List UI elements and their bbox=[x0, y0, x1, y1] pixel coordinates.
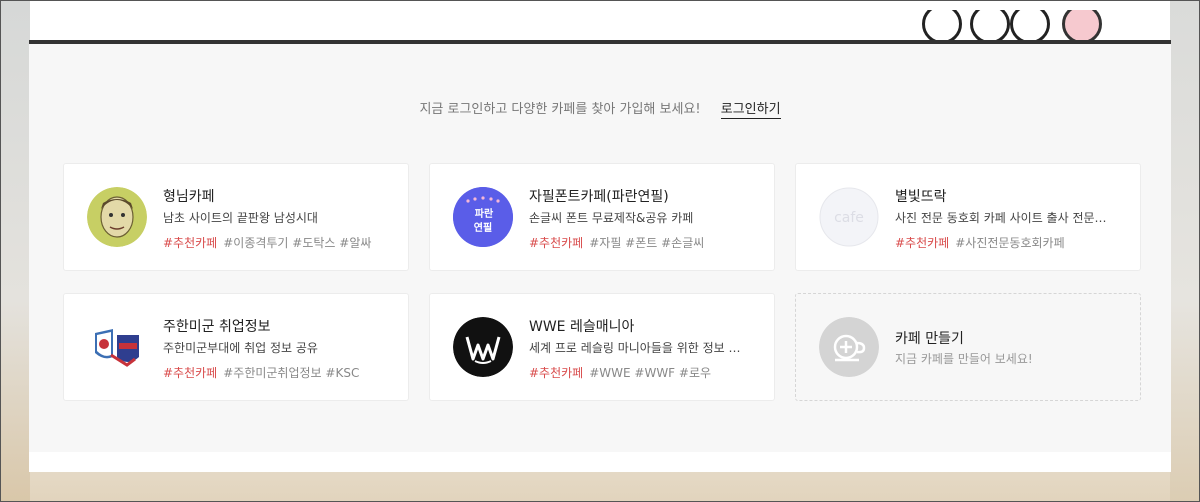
banner-character-icon bbox=[1062, 10, 1102, 40]
recommended-tag: #추천카페 bbox=[529, 236, 584, 250]
default-cafe-text: cafe bbox=[834, 210, 864, 226]
top-banner bbox=[30, 0, 1170, 40]
cafe-description: 남초 사이트의 끝판왕 남성시대 bbox=[163, 211, 318, 225]
tag-list: #사진전문동호회카페 bbox=[955, 236, 1065, 250]
cafe-description: 사진 전문 동호회 카페 사이트 출사 전문… bbox=[895, 211, 1107, 225]
cafe-description: 손글씨 폰트 무료제작&공유 카페 bbox=[529, 211, 694, 225]
logo-text-top: 파란 bbox=[475, 207, 494, 220]
recommended-tag: #추천카페 bbox=[163, 366, 218, 380]
cafe-card[interactable]: 주한미군 취업정보 주한미군부대에 취업 정보 공유 #추천카페 #주한미군취업정… bbox=[63, 293, 409, 401]
cafe-card[interactable]: 형님카페 남초 사이트의 끝판왕 남성시대 #추천카페 #이종격투기 #도탁스 #… bbox=[63, 163, 409, 271]
tag-list: #주한미군취업정보 #KSC bbox=[223, 366, 360, 380]
create-cafe-subtitle: 지금 카페를 만들어 보세요! bbox=[895, 352, 1033, 366]
cafe-tags: #추천카페 #자필 #폰트 #손글씨 bbox=[529, 234, 704, 251]
cafe-tags: #추천카페 #사진전문동호회카페 bbox=[895, 234, 1065, 251]
banner-character-icon bbox=[970, 10, 1010, 40]
caricature-avatar-icon bbox=[87, 187, 147, 247]
blue-pencil-logo-icon: 파란 연필 bbox=[453, 187, 513, 247]
cafe-name: WWE 레슬매니아 bbox=[529, 319, 635, 335]
tag-list: #자필 #폰트 #손글씨 bbox=[589, 236, 705, 250]
banner-character-icon bbox=[1010, 10, 1050, 40]
login-prompt-bar: 지금 로그인하고 다양한 카페를 찾아 가입해 보세요! 로그인하기 bbox=[29, 98, 1171, 119]
recommended-tag: #추천카페 bbox=[529, 366, 584, 380]
cafe-name: 형님카페 bbox=[163, 189, 215, 205]
cafe-recommendation-panel: 지금 로그인하고 다양한 카페를 찾아 가입해 보세요! 로그인하기 형님카페 … bbox=[29, 40, 1171, 456]
login-prompt-text: 지금 로그인하고 다양한 카페를 찾아 가입해 보세요! bbox=[419, 102, 701, 117]
tag-list: #이종격투기 #도탁스 #알싸 bbox=[223, 236, 372, 250]
background-right bbox=[1170, 0, 1200, 502]
cafe-description: 세계 프로 레슬링 마니아들을 위한 정보 … bbox=[529, 341, 741, 355]
create-cafe-card[interactable]: 카페 만들기 지금 카페를 만들어 보세요! bbox=[795, 293, 1141, 401]
cafe-card[interactable]: WWE 레슬매니아 세계 프로 레슬링 마니아들을 위한 정보 … #추천카페 #… bbox=[429, 293, 775, 401]
cafe-tags: #추천카페 #WWE #WWF #로우 bbox=[529, 364, 711, 381]
add-cup-icon bbox=[819, 317, 879, 377]
background-left bbox=[0, 0, 30, 502]
login-link[interactable]: 로그인하기 bbox=[720, 102, 781, 119]
tag-list: #WWE #WWF #로우 bbox=[589, 366, 712, 380]
recommended-tag: #추천카페 bbox=[895, 236, 950, 250]
cafe-tags: #추천카페 #이종격투기 #도탁스 #알싸 bbox=[163, 234, 371, 251]
banner-character-icon bbox=[922, 10, 962, 40]
create-cafe-title: 카페 만들기 bbox=[895, 331, 964, 347]
banner-illustration bbox=[890, 10, 1110, 40]
cafe-name: 주한미군 취업정보 bbox=[163, 319, 271, 335]
cafe-name: 자필폰트카페(파란연필) bbox=[529, 189, 669, 205]
cafe-card[interactable]: 파란 연필 자필폰트카페(파란연필) 손글씨 폰트 무료제작&공유 카페 #추천… bbox=[429, 163, 775, 271]
cafe-description: 주한미군부대에 취업 정보 공유 bbox=[163, 341, 318, 355]
recommended-tag: #추천카페 bbox=[163, 236, 218, 250]
cafe-name: 별빛뜨락 bbox=[895, 189, 947, 205]
default-cafe-icon: cafe bbox=[819, 187, 879, 247]
cafe-card[interactable]: cafe 별빛뜨락 사진 전문 동호회 카페 사이트 출사 전문… #추천카페 #… bbox=[795, 163, 1141, 271]
wwe-logo-icon bbox=[453, 317, 513, 377]
shield-emblem-icon bbox=[87, 317, 147, 377]
cafe-tags: #추천카페 #주한미군취업정보 #KSC bbox=[163, 364, 359, 381]
logo-text-bottom: 연필 bbox=[474, 221, 492, 234]
bottom-strip bbox=[29, 452, 1171, 472]
